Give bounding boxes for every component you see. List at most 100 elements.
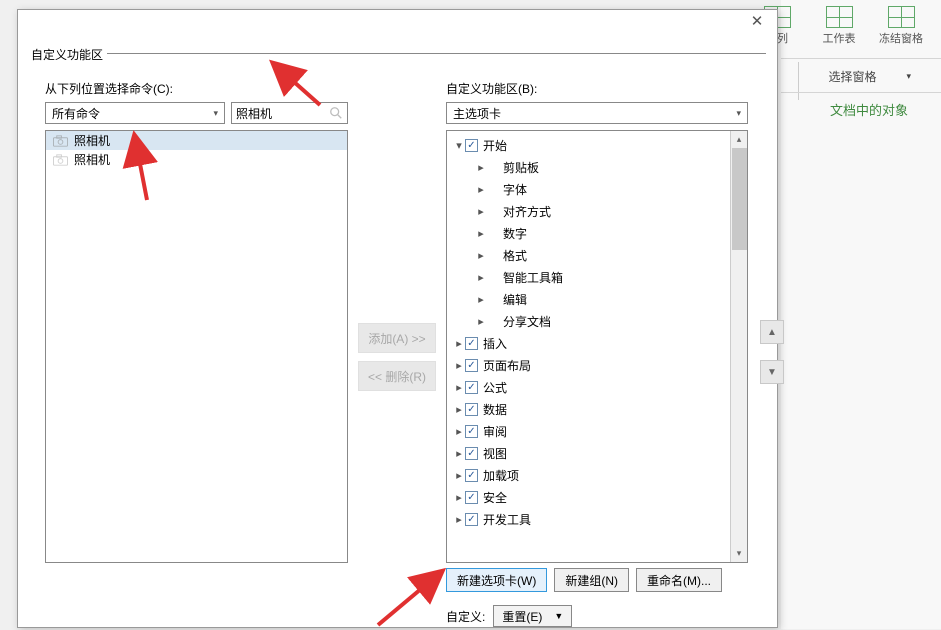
tree-row[interactable]: ▸✓ 数据 xyxy=(447,398,747,420)
checkbox[interactable]: ✓ xyxy=(465,359,478,372)
expand-icon[interactable]: ▸ xyxy=(475,249,487,262)
custom-label: 自定义: xyxy=(446,608,485,625)
expand-icon[interactable]: ▸ xyxy=(475,161,487,174)
tree-row[interactable]: ▸ 智能工具箱 xyxy=(447,266,747,288)
tree-row[interactable]: ▸ 编辑 xyxy=(447,288,747,310)
tree-label: 加载项 xyxy=(483,467,519,484)
checkbox[interactable]: ✓ xyxy=(465,491,478,504)
new-tab-button[interactable]: 新建选项卡(W) xyxy=(446,568,547,592)
checkbox[interactable]: ✓ xyxy=(465,337,478,350)
tree-row[interactable]: ▾✓ 开始 xyxy=(447,134,747,156)
expand-icon[interactable]: ▸ xyxy=(475,293,487,306)
tree-row[interactable]: ▸ 数字 xyxy=(447,222,747,244)
ribbon-tabs-combo[interactable]: 主选项卡 ▾ xyxy=(446,102,748,124)
tree-row[interactable]: ▸ 对齐方式 xyxy=(447,200,747,222)
checkbox[interactable]: ✓ xyxy=(465,447,478,460)
tree-label: 分享文档 xyxy=(503,313,551,330)
expand-icon[interactable]: ▸ xyxy=(475,315,487,328)
chevron-down-icon: ▾ xyxy=(736,108,741,119)
tree-label: 对齐方式 xyxy=(503,203,551,220)
tree-row[interactable]: ▸ 剪贴板 xyxy=(447,156,747,178)
tree-label: 数据 xyxy=(483,401,507,418)
move-up-button[interactable]: ▲ xyxy=(760,320,784,344)
choose-commands-label: 从下列位置选择命令(C): xyxy=(45,80,173,97)
expand-icon[interactable]: ▸ xyxy=(475,271,487,284)
expand-icon[interactable]: ▸ xyxy=(453,469,465,482)
toolbar-label: 冻结窗格 xyxy=(879,33,923,45)
grid-icon xyxy=(826,6,853,28)
expand-icon[interactable]: ▸ xyxy=(475,183,487,196)
search-icon xyxy=(329,106,343,120)
search-input[interactable] xyxy=(236,106,318,120)
fieldset-border: 自定义功能区 xyxy=(31,53,766,54)
select-pane-dropdown[interactable]: 选择窗格 ▾ xyxy=(828,68,911,85)
select-pane-label: 选择窗格 xyxy=(828,68,876,85)
tree-label: 编辑 xyxy=(503,291,527,308)
new-group-button[interactable]: 新建组(N) xyxy=(554,568,629,592)
move-down-button[interactable]: ▼ xyxy=(760,360,784,384)
scrollbar[interactable]: ▴ ▾ xyxy=(730,131,747,562)
checkbox[interactable]: ✓ xyxy=(465,403,478,416)
tree-label: 插入 xyxy=(483,335,507,352)
collapse-icon[interactable]: ▾ xyxy=(453,139,465,152)
tree-label: 智能工具箱 xyxy=(503,269,563,286)
tree-row[interactable]: ▸✓审阅 xyxy=(447,420,747,442)
tree-label: 安全 xyxy=(483,489,507,506)
fieldset-title: 自定义功能区 xyxy=(31,46,107,63)
expand-icon[interactable]: ▸ xyxy=(453,403,465,416)
expand-icon[interactable]: ▸ xyxy=(453,491,465,504)
toolbar-worksheet[interactable]: 工作表 xyxy=(817,6,861,46)
command-search-box[interactable] xyxy=(231,102,348,124)
checkbox[interactable]: ✓ xyxy=(465,139,478,152)
scroll-down-icon[interactable]: ▾ xyxy=(731,545,747,562)
tree-row[interactable]: ▸✓ 安全 xyxy=(447,486,747,508)
scroll-up-icon[interactable]: ▴ xyxy=(731,131,747,148)
tree-label: 剪贴板 xyxy=(503,159,539,176)
expand-icon[interactable]: ▸ xyxy=(453,425,465,438)
tree-row[interactable]: ▸✓ 页面布局 xyxy=(447,354,747,376)
reset-dropdown[interactable]: 重置(E) ▼ xyxy=(493,605,572,627)
expand-icon[interactable]: ▸ xyxy=(475,227,487,240)
list-item[interactable]: 照相机 xyxy=(46,150,347,169)
expand-icon[interactable]: ▸ xyxy=(453,337,465,350)
tree-label: 视图 xyxy=(483,445,507,462)
tree-row[interactable]: ▸✓ 视图 xyxy=(447,442,747,464)
checkbox[interactable]: ✓ xyxy=(465,425,478,438)
scroll-thumb[interactable] xyxy=(732,148,747,250)
tree-row[interactable]: ▸✓ 插入 xyxy=(447,332,747,354)
close-button[interactable]: ✕ xyxy=(745,15,769,31)
tree-label: 公式 xyxy=(483,379,507,396)
checkbox[interactable]: ✓ xyxy=(465,381,478,394)
tree-row[interactable]: ▸字体 xyxy=(447,178,747,200)
expand-icon[interactable]: ▸ xyxy=(453,381,465,394)
tree-row[interactable]: ▸✓ 公式 xyxy=(447,376,747,398)
tree-row[interactable]: ▸格式 xyxy=(447,244,747,266)
list-item[interactable]: 照相机 xyxy=(46,131,347,150)
combo-value: 主选项卡 xyxy=(453,105,501,122)
tree-label: 数字 xyxy=(503,225,527,242)
toolbar-freeze-panes[interactable]: 冻结窗格 xyxy=(879,6,923,46)
rename-button[interactable]: 重命名(M)... xyxy=(636,568,722,592)
camera-icon xyxy=(53,135,68,147)
tree-row[interactable]: ▸✓开发工具 xyxy=(447,508,747,530)
checkbox[interactable]: ✓ xyxy=(465,513,478,526)
checkbox[interactable]: ✓ xyxy=(465,469,478,482)
expand-icon[interactable]: ▸ xyxy=(453,513,465,526)
chevron-down-icon: ▾ xyxy=(213,108,218,119)
list-item-label: 照相机 xyxy=(74,151,110,168)
reset-label: 重置(E) xyxy=(502,608,542,625)
tree-row[interactable]: ▸ 分享文档 xyxy=(447,310,747,332)
commands-list[interactable]: 照相机 照相机 xyxy=(45,130,348,563)
tree-label: 开始 xyxy=(483,137,507,154)
expand-icon[interactable]: ▸ xyxy=(453,359,465,372)
chevron-down-icon: ▾ xyxy=(906,71,911,82)
expand-icon[interactable]: ▸ xyxy=(475,205,487,218)
grid-icon xyxy=(888,6,915,28)
tree-label: 页面布局 xyxy=(483,357,531,374)
expand-icon[interactable]: ▸ xyxy=(453,447,465,460)
tree-row[interactable]: ▸✓ 加载项 xyxy=(447,464,747,486)
doc-objects-link[interactable]: 文档中的对象 xyxy=(830,100,908,119)
ribbon-tree[interactable]: ▾✓开始▸剪贴板▸字体▸对齐方式▸数字▸格式▸智能工具箱▸编辑▸分享文档▸✓插入… xyxy=(446,130,748,563)
list-item-label: 照相机 xyxy=(74,132,110,149)
commands-source-combo[interactable]: 所有命令 ▾ xyxy=(45,102,225,124)
